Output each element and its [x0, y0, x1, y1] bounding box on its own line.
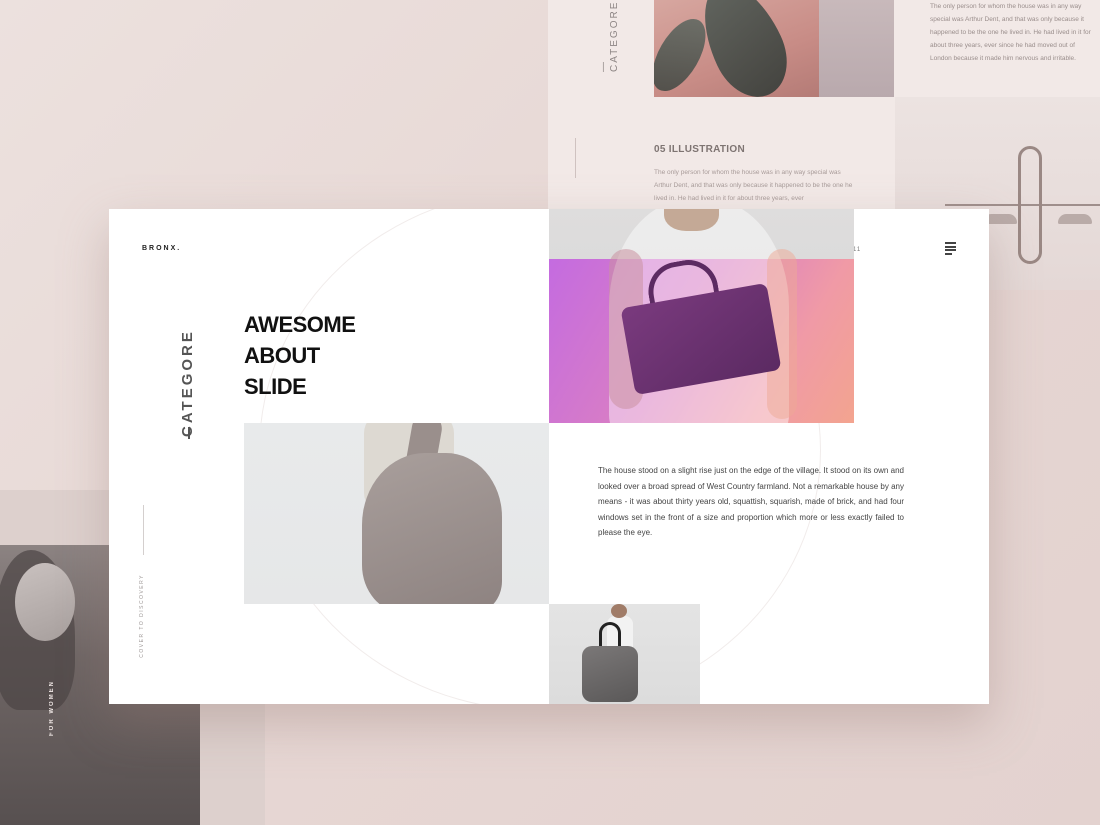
slide-headline: AWESOME ABOUT SLIDE [244, 309, 444, 402]
background-category-label: — CATEGORE [598, 0, 620, 72]
category-dash [188, 427, 190, 439]
main-slide: BRONX. 11 CATEGORE AWESOME ABOUT SLIDE C… [109, 209, 989, 704]
headline-line: SLIDE [244, 374, 307, 399]
background-paragraph-top: The only person for whom the house was i… [930, 3, 1091, 62]
purple-bag-photo [549, 209, 854, 423]
headline-line: AWESOME [244, 312, 356, 337]
background-section-paragraph: The only person for whom the house was i… [654, 169, 853, 202]
duffel-bag-photo [549, 604, 700, 704]
side-divider [143, 505, 144, 555]
background-divider [575, 138, 576, 178]
page-number: 11 [853, 247, 862, 253]
lamp-shade [1058, 214, 1092, 224]
body-paragraph: The house stood on a slight rise just on… [598, 466, 904, 537]
background-section-title: 05 ILLUSTRATION [654, 144, 745, 155]
background-photo-label: FOR WOMEN [49, 680, 55, 736]
background-plant-photo [654, 0, 819, 97]
category-label: CATEGORE [179, 329, 196, 437]
headline-line: ABOUT [244, 343, 320, 368]
background-book-photo [819, 0, 894, 97]
side-vertical-text: COVER TO DISCOVERY [139, 574, 145, 658]
menu-icon[interactable] [945, 242, 956, 255]
brand-logo: BRONX. [142, 245, 182, 252]
grey-bag-photo [244, 423, 549, 604]
lamp-ring [1018, 146, 1042, 264]
